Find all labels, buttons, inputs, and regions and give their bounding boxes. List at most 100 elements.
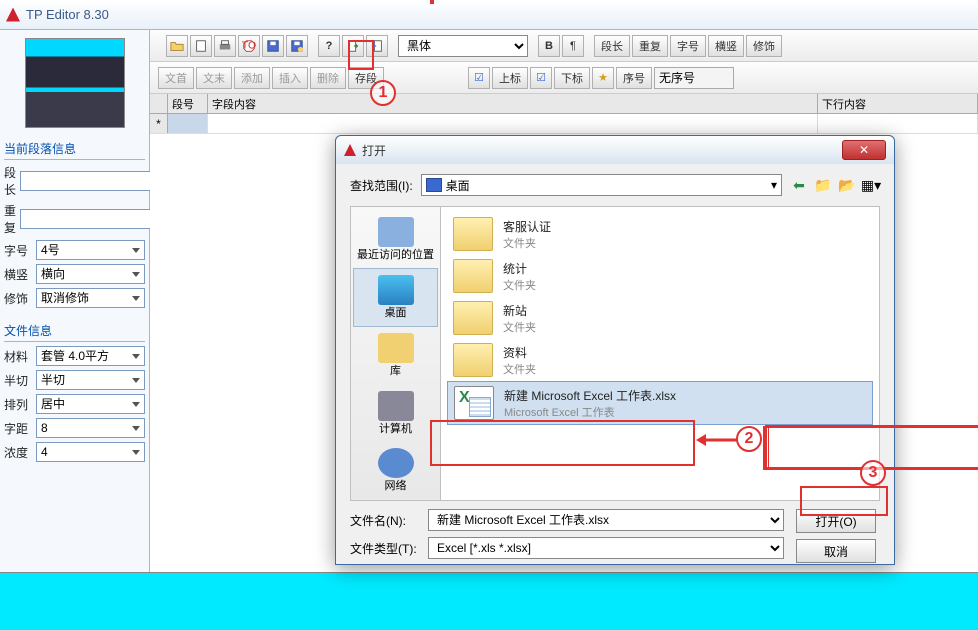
desktop-icon	[426, 178, 442, 192]
dialog-title-bar: 打开 ✕	[336, 136, 894, 164]
app-logo-icon	[6, 8, 20, 22]
open-dialog: 打开 ✕ 查找范围(I): 桌面 ▾ ⬅ 📁 📂 ▦▾ 最近访问的位置 桌面 库…	[335, 135, 895, 565]
up-icon[interactable]: 📁	[814, 176, 832, 194]
font-family-select[interactable]: 黑体	[398, 35, 528, 57]
seq-button[interactable]: 序号	[616, 67, 652, 89]
select-align[interactable]: 居中	[36, 394, 145, 414]
select-font[interactable]: 4号	[36, 240, 145, 260]
select-material[interactable]: 套管 4.0平方	[36, 346, 145, 366]
dropdown-icon[interactable]: ▾	[771, 178, 777, 192]
select-density[interactable]: 4	[36, 442, 145, 462]
title-bar: TP Editor 8.30	[0, 0, 978, 30]
doc-end-button[interactable]: 文末	[196, 67, 232, 89]
label-decorate: 修饰	[4, 290, 32, 307]
back-icon[interactable]: ⬅	[790, 176, 808, 194]
pilcrow-button[interactable]: ¶	[562, 35, 584, 57]
noseq-field	[654, 67, 734, 89]
close-button[interactable]: ✕	[842, 140, 886, 160]
delete-button[interactable]: 删除	[310, 67, 346, 89]
print-icon[interactable]	[214, 35, 236, 57]
filetype-label: 文件类型(T):	[350, 540, 420, 557]
place-network[interactable]: 网络	[351, 442, 440, 499]
row-marker: *	[150, 114, 168, 133]
left-panel: 当前段落信息 段长 重复 字号4号 横竖横向 修饰取消修饰 文件信息 材料套管 …	[0, 30, 150, 600]
export-icon[interactable]	[366, 35, 388, 57]
select-halfcut[interactable]: 半切	[36, 370, 145, 390]
seq-star-icon[interactable]: ★	[592, 67, 614, 89]
label-repeat: 重复	[4, 202, 16, 236]
sup-button[interactable]: 上标	[492, 67, 528, 89]
add-button[interactable]: 添加	[234, 67, 270, 89]
label-density: 浓度	[4, 444, 32, 461]
save-icon[interactable]	[262, 35, 284, 57]
orient-button[interactable]: 横竖	[708, 35, 744, 57]
toolbar-secondary: 文首 文末 添加 插入 删除 存段 ☑ 上标 ☑ 下标 ★ 序号	[150, 62, 978, 94]
select-spacing[interactable]: 8	[36, 418, 145, 438]
place-desktop[interactable]: 桌面	[353, 268, 438, 327]
footer-strip	[0, 572, 978, 630]
excel-icon	[454, 386, 494, 420]
toolbar-main: STOP ? 黑体 B ¶ 段长 重复 字号 横竖 修饰	[150, 30, 978, 62]
stop-icon[interactable]: STOP	[238, 35, 260, 57]
col-content: 字段内容	[208, 94, 818, 113]
device-image	[25, 38, 125, 128]
place-recent[interactable]: 最近访问的位置	[351, 211, 440, 268]
view-menu-icon[interactable]: ▦▾	[862, 176, 880, 194]
svg-text:STOP: STOP	[242, 39, 256, 51]
list-item[interactable]: 资料文件夹	[447, 339, 873, 381]
seglen-button[interactable]: 段长	[594, 35, 630, 57]
dialog-logo-icon	[344, 144, 356, 156]
folder-icon	[453, 259, 493, 293]
select-orient[interactable]: 横向	[36, 264, 145, 284]
places-bar: 最近访问的位置 桌面 库 计算机 网络	[351, 207, 441, 500]
open-icon[interactable]	[166, 35, 188, 57]
folder-icon	[453, 343, 493, 377]
place-library[interactable]: 库	[351, 327, 440, 384]
label-halfcut: 半切	[4, 372, 32, 389]
label-spacing: 字距	[4, 420, 32, 437]
help-icon[interactable]: ?	[318, 35, 340, 57]
save-seg-button[interactable]: 存段	[348, 67, 384, 89]
filetype-field[interactable]: Excel [*.xls *.xlsx]	[428, 537, 784, 559]
filename-label: 文件名(N):	[350, 512, 420, 529]
list-item[interactable]: 客服认证文件夹	[447, 213, 873, 255]
doc-start-button[interactable]: 文首	[158, 67, 194, 89]
label-font: 字号	[4, 242, 32, 259]
label-align: 排列	[4, 396, 32, 413]
dialog-title: 打开	[362, 142, 842, 159]
list-item[interactable]: 新站文件夹	[447, 297, 873, 339]
decorate-button[interactable]: 修饰	[746, 35, 782, 57]
label-material: 材料	[4, 348, 32, 365]
section-header-paragraph: 当前段落信息	[4, 138, 145, 160]
saveas-icon[interactable]	[286, 35, 308, 57]
place-computer[interactable]: 计算机	[351, 385, 440, 442]
grid-header: 段号 字段内容 下行内容	[150, 94, 978, 114]
list-item-selected[interactable]: 新建 Microsoft Excel 工作表.xlsxMicrosoft Exc…	[447, 381, 873, 425]
label-seglen: 段长	[4, 164, 16, 198]
new-icon[interactable]	[190, 35, 212, 57]
fontsize-button[interactable]: 字号	[670, 35, 706, 57]
file-list: 客服认证文件夹 统计文件夹 新站文件夹 资料文件夹 新建 Microsoft E…	[441, 207, 879, 500]
table-row[interactable]: *	[150, 114, 978, 134]
sup-check-icon[interactable]: ☑	[468, 67, 490, 89]
filename-field[interactable]: 新建 Microsoft Excel 工作表.xlsx	[428, 509, 784, 531]
bold-button[interactable]: B	[538, 35, 560, 57]
section-header-file: 文件信息	[4, 320, 145, 342]
sub-button[interactable]: 下标	[554, 67, 590, 89]
folder-icon	[453, 217, 493, 251]
folder-icon	[453, 301, 493, 335]
look-in-label: 查找范围(I):	[350, 177, 413, 194]
app-title: TP Editor 8.30	[26, 7, 109, 22]
cancel-button[interactable]: 取消	[796, 539, 876, 563]
insert-button[interactable]: 插入	[272, 67, 308, 89]
select-decorate[interactable]: 取消修饰	[36, 288, 145, 308]
sub-check-icon[interactable]: ☑	[530, 67, 552, 89]
look-in-value[interactable]: 桌面	[446, 177, 767, 194]
col-next: 下行内容	[818, 94, 978, 113]
repeat-button[interactable]: 重复	[632, 35, 668, 57]
label-orient: 横竖	[4, 266, 32, 283]
new-folder-icon[interactable]: 📂	[838, 176, 856, 194]
open-button[interactable]: 打开(O)	[796, 509, 876, 533]
list-item[interactable]: 统计文件夹	[447, 255, 873, 297]
import-icon[interactable]	[342, 35, 364, 57]
